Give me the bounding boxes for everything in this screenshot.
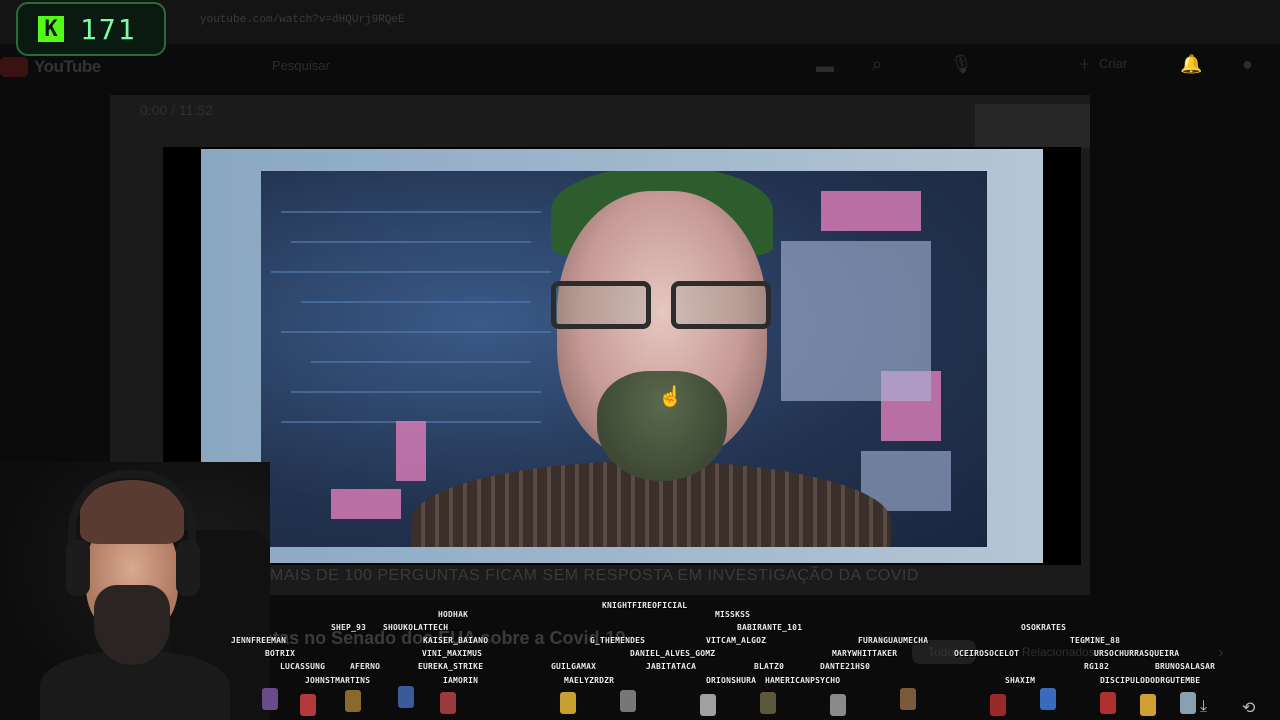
download-icon[interactable]: ⤓ — [1200, 698, 1207, 716]
chat-sprite — [345, 690, 361, 712]
video-scene — [261, 171, 987, 547]
chat-username: BRUNOSALASAR — [1155, 662, 1216, 671]
headphone-ear-left — [66, 540, 90, 596]
chat-sprite — [1180, 692, 1196, 714]
chat-sprite — [262, 688, 278, 710]
viewer-count: 171 — [80, 12, 137, 46]
qr-code — [975, 104, 1090, 148]
chat-username: URSOCHURRASQUEIRA — [1094, 649, 1180, 658]
chat-sprite — [700, 694, 716, 716]
chat-sprite — [1100, 692, 1116, 714]
chat-username: MARYWHITTAKER — [832, 649, 898, 658]
chat-sprite — [440, 692, 456, 714]
headphone-ear-right — [176, 540, 200, 596]
youtube-play-icon — [0, 57, 28, 77]
chat-username: FURANGUAUMECHA — [858, 636, 929, 645]
chevron-right-icon[interactable]: › — [1218, 644, 1223, 662]
chip-related[interactable]: Relacionados — [1022, 645, 1095, 659]
chat-sprite — [760, 692, 776, 714]
chat-username: SHAXIM — [1005, 676, 1036, 685]
chat-username: LUCASSUNG — [280, 662, 326, 671]
chat-username: VINI_MAXIMUS — [422, 649, 483, 658]
video-frame[interactable] — [163, 147, 1081, 565]
create-button[interactable]: ＋ Criar — [1078, 54, 1127, 73]
address-bar[interactable]: youtube.com/watch?v=dHQUrj9RQeE — [200, 14, 405, 26]
chat-username: BABIRANTE_101 — [737, 623, 803, 632]
chat-username: JABITATACA — [646, 662, 697, 671]
chat-username: OCEIROSOCELOT — [954, 649, 1020, 658]
chat-sprite — [900, 688, 916, 710]
notifications-bell-icon[interactable]: 🔔 — [1180, 54, 1202, 75]
avatar[interactable]: ● — [1242, 54, 1253, 75]
search-icon[interactable]: ⌕ — [872, 54, 882, 75]
chat-username: BLATZ0 — [754, 662, 785, 671]
keyboard-icon[interactable]: ▬ — [816, 56, 834, 77]
chat-username: BOTRIX — [265, 649, 296, 658]
kick-logo-icon: K — [38, 16, 64, 42]
chat-username: JENNFREEMAN — [231, 636, 287, 645]
chat-username: MAELYZRDZR — [564, 676, 615, 685]
chat-username: DISCIPULODODRGUTEMBE — [1100, 676, 1201, 685]
viewer-count-badge: K 171 — [16, 2, 166, 56]
streamer-beard — [94, 585, 170, 665]
chat-sprite — [398, 686, 414, 708]
microphone-icon[interactable]: 🎙 — [950, 54, 973, 75]
chat-username: DANTE21HS0 — [820, 662, 871, 671]
plus-icon: ＋ — [1078, 57, 1092, 72]
chat-username: G_THEMENDES — [590, 636, 646, 645]
chat-username: MISSKSS — [715, 610, 751, 619]
chat-username: DANIEL_ALVES_GOMZ — [630, 649, 716, 658]
chat-sprite — [620, 690, 636, 712]
chat-sprite — [560, 692, 576, 714]
chat-sprite — [990, 694, 1006, 716]
player-time: 0:00 / 11:52 — [140, 102, 213, 118]
chat-username: IAMORIN — [443, 676, 479, 685]
video-background — [201, 149, 1043, 563]
chat-sprite — [300, 694, 316, 716]
search-input[interactable]: Pesquisar — [272, 58, 330, 73]
chat-sprite — [1040, 688, 1056, 710]
chat-username: SHEP_93 — [331, 623, 367, 632]
chat-sprite — [830, 694, 846, 716]
chat-username: HAMERICANPSYCHO — [765, 676, 841, 685]
video-caption: MAIS DE 100 PERGUNTAS FICAM SEM RESPOSTA… — [270, 567, 919, 584]
chat-username: KNIGHTFIREOFICIAL — [602, 601, 688, 610]
create-label: Criar — [1099, 56, 1128, 71]
youtube-logo[interactable]: YouTube — [0, 56, 101, 78]
chat-username: GUILGAMAX — [551, 662, 597, 671]
chat-username: SHOUKOLATTECH — [383, 623, 449, 632]
settings-icon[interactable]: ⟲ — [1242, 698, 1255, 718]
chat-username: RG182 — [1084, 662, 1110, 671]
chat-username: EUREKA_STRIKE — [418, 662, 484, 671]
youtube-logo-text: YouTube — [34, 57, 101, 76]
chat-username: HODHAK — [438, 610, 469, 619]
chat-username: JOHNSTMARTINS — [305, 676, 371, 685]
chat-sprite — [1140, 694, 1156, 716]
chat-username: ORIONSHURA — [706, 676, 757, 685]
chat-username: TEGMINE_88 — [1070, 636, 1121, 645]
chat-username: KAISER_BAIANO — [423, 636, 489, 645]
chat-username: OSOKRATES — [1021, 623, 1067, 632]
browser-toolbar: youtube.com/watch?v=dHQUrj9RQeE — [0, 0, 1280, 44]
chat-username: AFERNO — [350, 662, 381, 671]
chat-username: VITCAM_ALGOZ — [706, 636, 767, 645]
mouse-cursor-icon: ☝ — [658, 386, 683, 408]
